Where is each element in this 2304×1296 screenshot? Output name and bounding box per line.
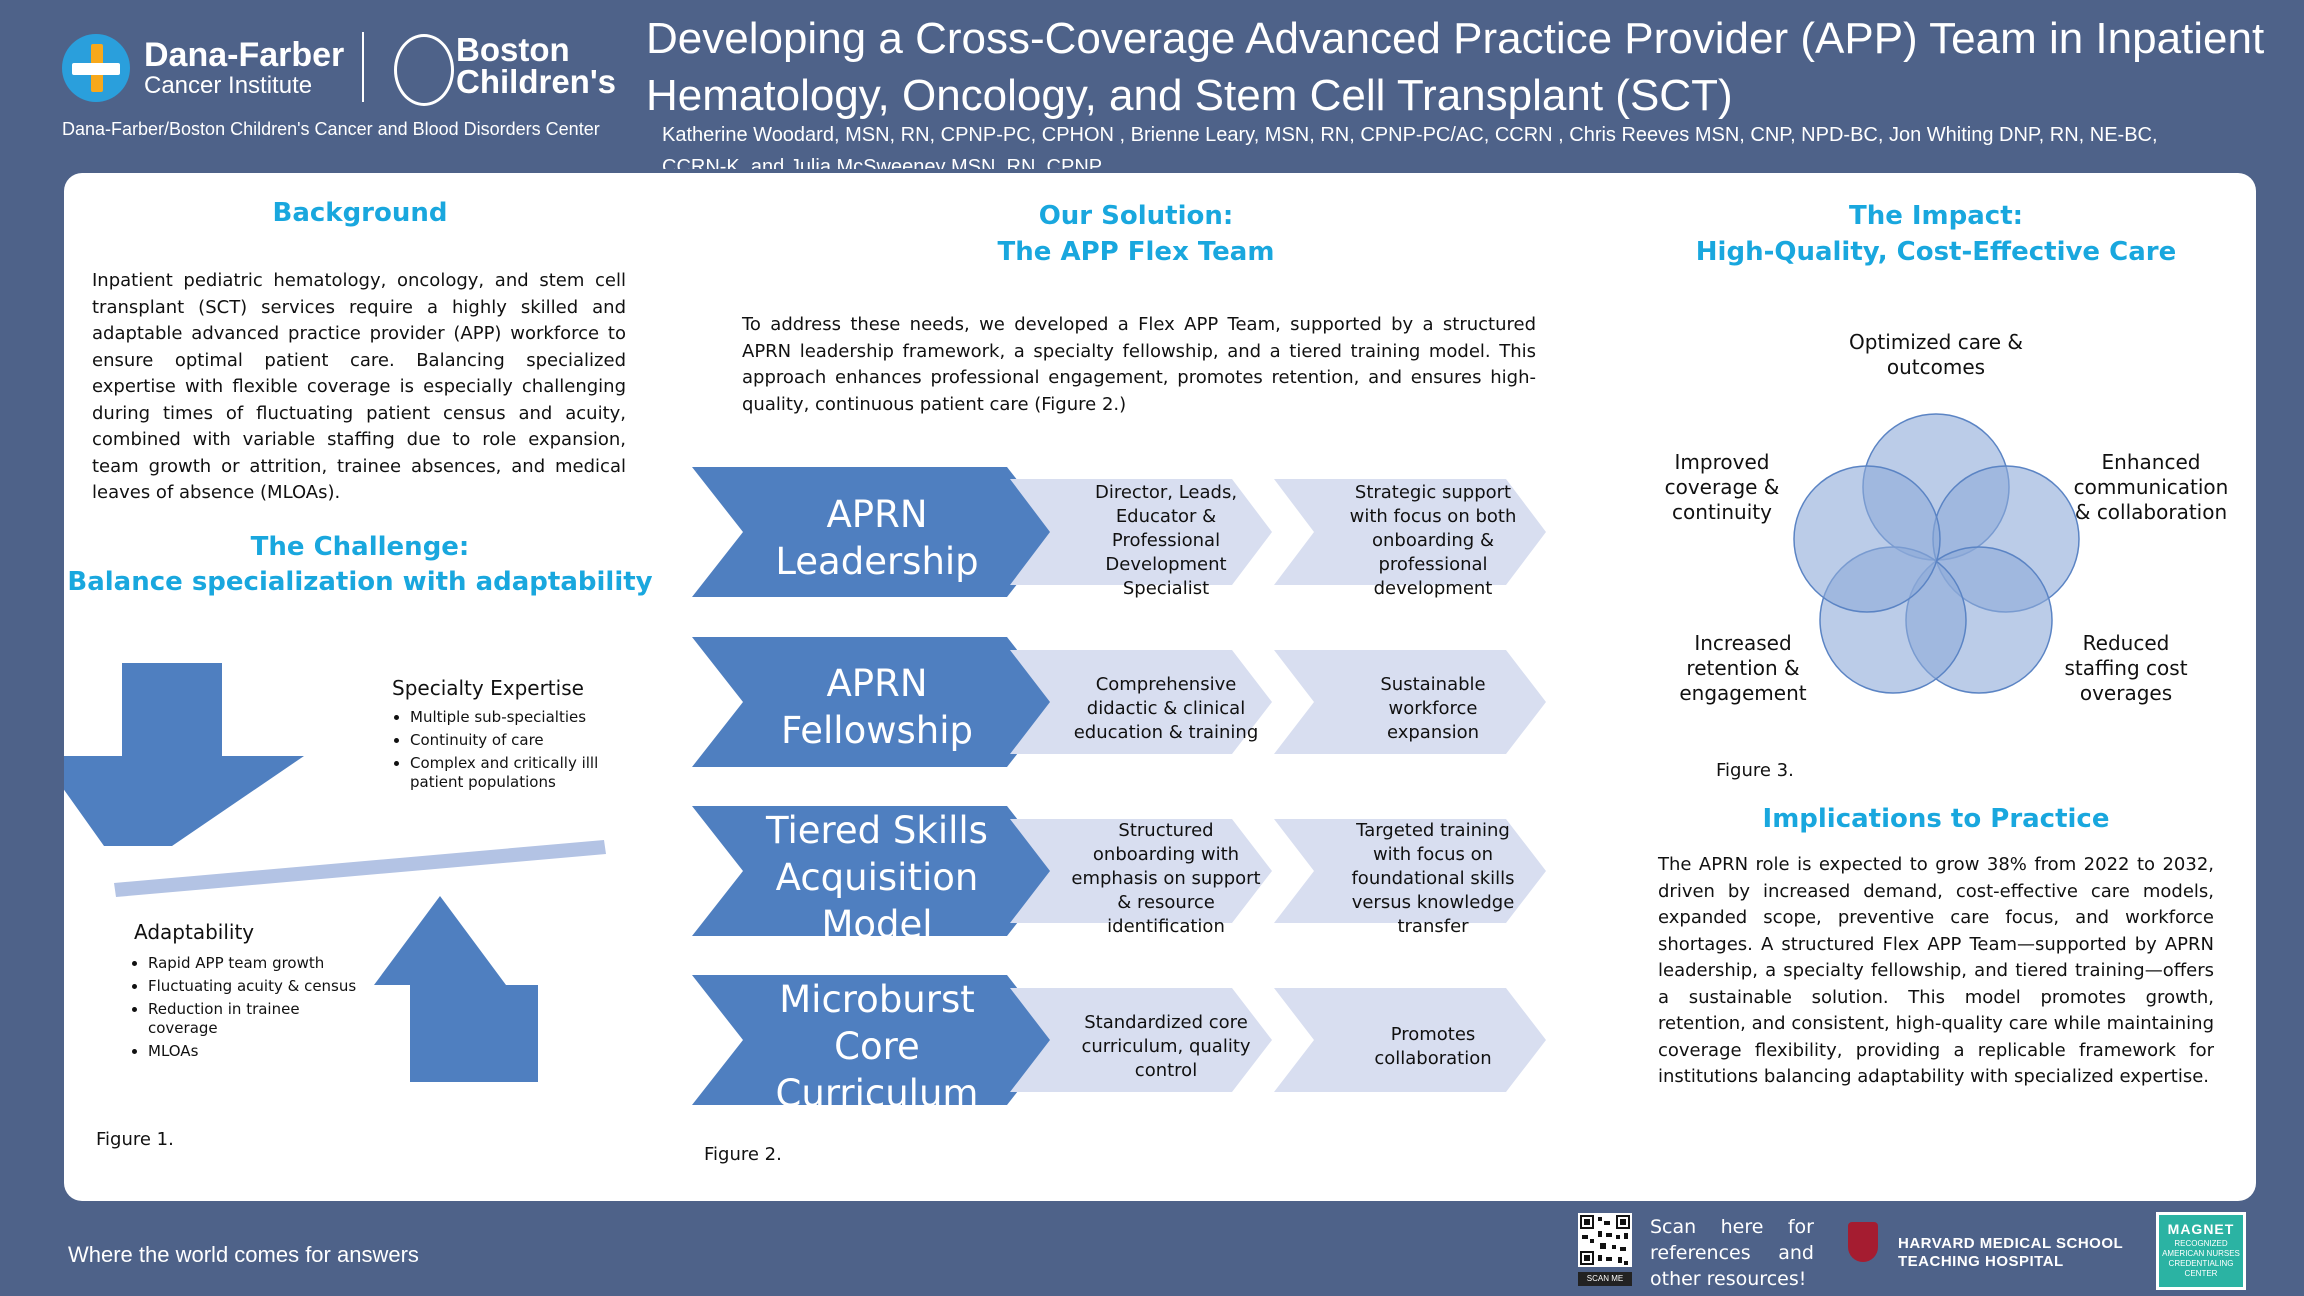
list-item: Complex and critically illl patient popu…	[410, 754, 650, 792]
magnet-badge-subtitle: RECOGNIZED AMERICAN NURSES CREDENTIALING…	[2162, 1239, 2240, 1278]
list-item: Multiple sub-specialties	[410, 708, 650, 727]
chevron-label-microburst: Microburst Core Curriculum	[775, 978, 979, 1115]
background-heading: Background	[272, 198, 448, 228]
challenge-heading-line2: Balance specialization with adaptability	[67, 567, 653, 597]
boston-childrens-name: Boston Children's	[456, 31, 617, 100]
chevron-label-fellowship: APRN Fellowship	[781, 662, 973, 752]
chevron-label-leadership: APRN Leadership	[775, 493, 979, 583]
list-item: MLOAs	[148, 1042, 368, 1061]
chevron-cell: Targeted training with focus on foundati…	[1351, 820, 1515, 937]
qr-scan-label: SCAN ME	[1578, 1272, 1632, 1286]
chevron-cell: Director, Leads, Educator & Professional…	[1094, 482, 1238, 599]
center-name: Dana-Farber/Boston Children's Cancer and…	[62, 119, 600, 139]
chevron-label-tiered: Tiered Skills Acquisition Model	[766, 809, 988, 946]
poster-title: Developing a Cross-Coverage Advanced Pra…	[646, 14, 2265, 120]
adaptability-title: Adaptability	[134, 920, 255, 944]
impact-heading-line1: The Impact:	[1848, 201, 2024, 231]
boston-childrens-seal-icon	[394, 34, 454, 106]
qr-code-icon[interactable]	[1578, 1213, 1632, 1267]
challenge-heading: The Challenge: Balance specialization wi…	[60, 530, 660, 600]
solution-text: To address these needs, we developed a F…	[742, 314, 1536, 415]
harvard-shield-icon	[1848, 1222, 1878, 1262]
list-item: Continuity of care	[410, 731, 650, 750]
implications-text: The APRN role is expected to grow 38% fr…	[1658, 854, 2214, 1087]
figure-3-caption: Figure 3.	[1716, 760, 1794, 781]
solution-heading-line1: Our Solution:	[1038, 201, 1234, 231]
adaptability-list: Rapid APP team growth Fluctuating acuity…	[128, 954, 368, 1065]
list-item: Reduction in trainee coverage	[148, 1000, 368, 1038]
chevron-cell: Comprehensive didactic & clinical educat…	[1073, 674, 1259, 743]
chevron-cell: Sustainable workforce expansion	[1380, 674, 1486, 743]
beam-bar	[114, 840, 606, 897]
dana-farber-subtitle: Cancer Institute	[144, 72, 313, 99]
solution-heading: Our Solution: The APP Flex Team	[836, 198, 1436, 270]
background-text: Inpatient pediatric hematology, oncology…	[92, 270, 626, 503]
impact-venn-diagram	[1793, 413, 2080, 694]
venn-label-communication: Enhanced communication & collaboration	[2073, 450, 2229, 524]
chevron-cell: Standardized core curriculum, quality co…	[1081, 1012, 1251, 1081]
venn-label-coverage: Improved coverage & continuity	[1664, 450, 1780, 524]
figure-2-caption: Figure 2.	[704, 1144, 782, 1165]
implications-heading: Implications to Practice	[1762, 804, 2110, 834]
specialty-expertise-title: Specialty Expertise	[392, 676, 584, 700]
chevron-cell: Promotes collaboration	[1374, 1024, 1492, 1069]
list-item: Fluctuating acuity & census	[148, 977, 368, 996]
magnet-badge-icon: MAGNET RECOGNIZED AMERICAN NURSES CREDEN…	[2156, 1212, 2246, 1290]
logo-divider	[362, 32, 364, 102]
chevron-cell: Strategic support with focus on both onb…	[1349, 482, 1517, 599]
dana-farber-logo-icon	[62, 34, 130, 102]
magnet-badge-title: MAGNET	[2167, 1221, 2235, 1237]
venn-circle	[1793, 465, 1941, 613]
harvard-affiliation-sub: TEACHING HOSPITAL	[1898, 1253, 2064, 1270]
impact-heading-line2: High-Quality, Cost-Effective Care	[1695, 237, 2177, 267]
specialty-expertise-list: Multiple sub-specialties Continuity of c…	[390, 708, 650, 796]
challenge-heading-line1: The Challenge:	[250, 532, 470, 562]
solution-heading-line2: The APP Flex Team	[997, 237, 1275, 267]
harvard-affiliation: HARVARD MEDICAL SCHOOL	[1898, 1235, 2124, 1252]
impact-heading: The Impact: High-Quality, Cost-Effective…	[1636, 198, 2236, 270]
list-item: Rapid APP team growth	[148, 954, 368, 973]
figure-1-caption: Figure 1.	[96, 1129, 174, 1150]
down-arrow-icon	[64, 663, 304, 846]
up-arrow-icon	[374, 896, 538, 1082]
venn-label-optimized: Optimized care & outcomes	[1848, 330, 2024, 379]
venn-label-staffing: Reduced staffing cost overages	[2064, 631, 2188, 705]
chevron-cell: Structured onboarding with emphasis on s…	[1071, 820, 1261, 937]
footer-tagline: Where the world comes for answers	[68, 1242, 419, 1267]
dana-farber-name: Dana-Farber	[144, 36, 345, 74]
author-list: Katherine Woodard, MSN, RN, CPNP-PC, CPH…	[662, 124, 2158, 169]
venn-label-retention: Increased retention & engagement	[1679, 631, 1807, 705]
scan-instructions: Scan here for references and other resou…	[1650, 1216, 1814, 1290]
